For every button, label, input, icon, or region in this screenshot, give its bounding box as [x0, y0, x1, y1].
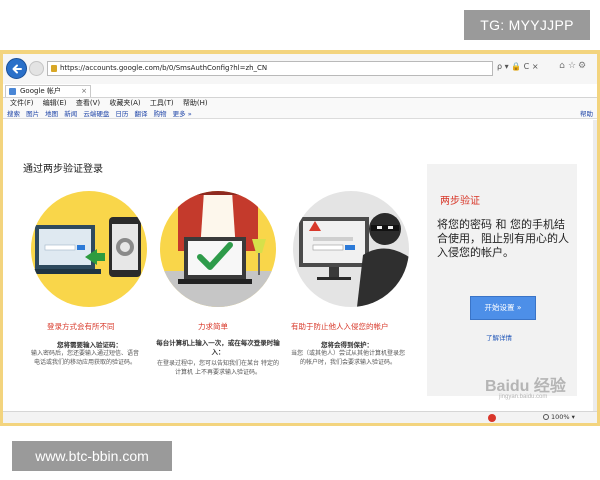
link-search[interactable]: 搜索: [7, 109, 20, 119]
menu-help[interactable]: 帮助(H): [183, 98, 208, 109]
thief-icon: [299, 213, 409, 307]
feature-body-1: 输入密码后，您还要输入通过短信、语音电话或我们的移动应用获取的验证码。: [30, 350, 139, 366]
sidebar-title: 两步验证: [440, 196, 480, 207]
link-maps[interactable]: 地图: [45, 109, 58, 119]
learn-more-link[interactable]: 了解详情: [486, 332, 512, 342]
two-step-sidebar: 两步验证 将您的密码 和 您的手机结合使用，阻止别有用心的人入侵您的帐户。 开始…: [427, 164, 577, 396]
google-link-bar: 搜索 图片 地图 新闻 云端硬盘 日历 翻译 购物 更多 » 帮助: [3, 109, 597, 119]
status-bar: 100% ▾: [3, 411, 597, 423]
browser-window: https://accounts.google.com/b/0/SmsAuthC…: [3, 54, 597, 423]
close-icon[interactable]: ×: [81, 86, 87, 97]
tab-google-account[interactable]: Google 帐户 ×: [5, 85, 91, 97]
zoom-control[interactable]: 100% ▾: [543, 412, 575, 423]
link-news[interactable]: 新闻: [64, 109, 77, 119]
tab-title: Google 帐户: [20, 87, 61, 95]
address-url: https://accounts.google.com/b/0/SmsAuthC…: [60, 64, 268, 72]
illustration-thief: [293, 191, 409, 307]
menu-bar: 文件(F) 编辑(E) 查看(V) 收藏夹(A) 工具(T) 帮助(H): [3, 98, 597, 109]
feature-title-1: 登录方式会有所不同: [47, 322, 115, 331]
feature-body-2: 在登录过程中，您可以告知我们在某台 特定的计算机 上不再要求输入验证码。: [157, 360, 279, 376]
feature-subtitle-2: 每台计算机上输入一次，或在每次登录时输入：: [156, 339, 280, 356]
page-title: 通过两步验证登录: [23, 164, 103, 175]
tg-badge: TG: MYYJJPP: [464, 10, 590, 40]
link-translate[interactable]: 翻译: [134, 109, 147, 119]
address-tools[interactable]: ρ ▾ 🔒 C ×: [497, 62, 539, 71]
vertical-scrollbar[interactable]: [593, 120, 597, 411]
laptop-phone-icon: [31, 217, 141, 277]
browser-frame: https://accounts.google.com/b/0/SmsAuthC…: [0, 50, 600, 426]
window-icons: ⌂ ☆ ⚙: [557, 61, 587, 71]
star-icon[interactable]: ☆: [567, 61, 577, 71]
menu-view[interactable]: 查看(V): [76, 98, 100, 109]
link-images[interactable]: 图片: [26, 109, 39, 119]
menu-favorites[interactable]: 收藏夹(A): [109, 98, 140, 109]
link-help[interactable]: 帮助: [580, 109, 593, 119]
google-favicon-icon: [9, 88, 16, 95]
start-setup-button[interactable]: 开始设置 »: [470, 296, 536, 320]
feature-title-2: 力求简单: [198, 322, 228, 331]
link-calendar[interactable]: 日历: [115, 109, 128, 119]
home-icon[interactable]: ⌂: [557, 61, 567, 71]
arrow-left-icon: [12, 64, 22, 74]
menu-edit[interactable]: 编辑(E): [43, 98, 67, 109]
menu-file[interactable]: 文件(F): [10, 98, 34, 109]
site-badge: www.btc-bbin.com: [12, 441, 172, 471]
baidu-watermark: Baidu 经验 jingyan.baidu.com: [485, 372, 566, 400]
laptop-check-icon: [160, 191, 276, 307]
feature-body-3: 当您（或其他人）尝试从其他计算机登录您的帐户时，我们会要求输入验证码。: [290, 350, 405, 366]
gear-icon[interactable]: ⚙: [577, 61, 587, 71]
link-more[interactable]: 更多 »: [173, 109, 192, 119]
feature-subtitle-3: 您将会得到保护：: [321, 341, 373, 349]
address-row: https://accounts.google.com/b/0/SmsAuthC…: [3, 54, 597, 84]
link-drive[interactable]: 云端硬盘: [83, 109, 109, 119]
zoom-level: 100%: [551, 413, 570, 421]
back-button[interactable]: [6, 58, 27, 79]
feature-title-3: 有助于防止他人入侵您的帐户: [291, 322, 389, 331]
address-bar[interactable]: https://accounts.google.com/b/0/SmsAuthC…: [47, 61, 493, 76]
zoom-icon: [543, 414, 549, 420]
feature-subtitle-1: 您将需要输入验证码：: [57, 341, 122, 349]
link-shopping[interactable]: 购物: [154, 109, 167, 119]
forward-button[interactable]: [29, 61, 44, 76]
illustration-laptop-check: [160, 191, 276, 307]
watermark-text: Baidu 经验: [485, 378, 566, 395]
illustration-laptop-phone: [31, 191, 147, 307]
sidebar-description: 将您的密码 和 您的手机结合使用，阻止别有用心的人入侵您的帐户。: [437, 218, 569, 259]
lock-icon: [51, 65, 57, 72]
screenshot: TG: MYYJJPP https://accounts.google.com/…: [0, 0, 600, 480]
menu-tools[interactable]: 工具(T): [150, 98, 174, 109]
security-status-icon[interactable]: [488, 414, 496, 422]
